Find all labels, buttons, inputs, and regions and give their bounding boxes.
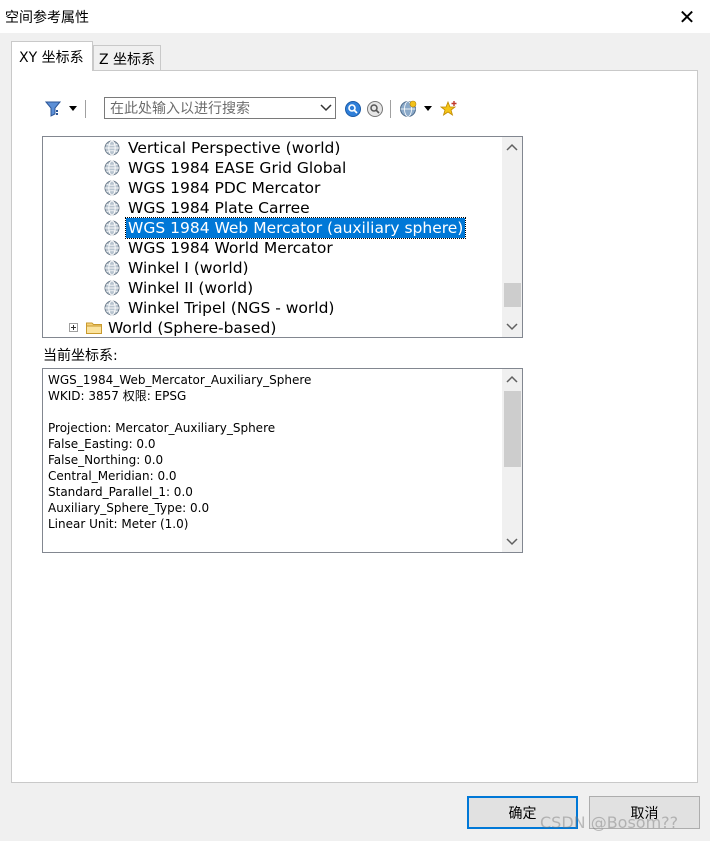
- tree-item[interactable]: WGS 1984 Plate Carree: [104, 198, 494, 218]
- clear-search-icon[interactable]: [366, 100, 384, 118]
- details-line: WKID: 3857 权限: EPSG: [48, 389, 187, 403]
- details-line: Linear Unit: Meter (1.0): [48, 517, 189, 531]
- tree-item-label: WGS 1984 EASE Grid Global: [128, 159, 347, 177]
- details-line: [48, 404, 311, 420]
- globe-icon: [104, 300, 120, 316]
- details-line: False_Easting: 0.0: [48, 437, 156, 451]
- tab-xy-coordinate-system[interactable]: XY 坐标系: [11, 41, 93, 71]
- details-line: Standard_Parallel_1: 0.0: [48, 485, 193, 499]
- globe-add-icon[interactable]: [399, 100, 417, 118]
- globe-icon: [104, 260, 120, 276]
- filter-icon[interactable]: [45, 100, 63, 118]
- globe-icon: [104, 240, 120, 256]
- toolbar-separator: [85, 100, 86, 118]
- folder-icon: [86, 322, 102, 334]
- globe-icon: [104, 280, 120, 296]
- tree-item[interactable]: Winkel Tripel (NGS - world): [104, 298, 494, 318]
- details-line: WGS_1984_Web_Mercator_Auxiliary_Sphere: [48, 373, 312, 387]
- plus-icon[interactable]: [69, 323, 78, 332]
- tree-item-label: WGS 1984 Web Mercator (auxiliary sphere): [124, 217, 467, 239]
- tree-item[interactable]: Winkel I (world): [104, 258, 494, 278]
- scroll-up-icon[interactable]: [502, 371, 522, 388]
- watermark: CSDN @Bosom??: [540, 813, 679, 832]
- details-line: Central_Meridian: 0.0: [48, 469, 177, 483]
- search-icon[interactable]: [344, 100, 362, 118]
- tree-folder-label: World (Sphere-based): [108, 319, 277, 337]
- current-coordinate-system-details[interactable]: WGS_1984_Web_Mercator_Auxiliary_Sphere WK…: [42, 368, 523, 553]
- close-icon: ✕: [678, 4, 696, 29]
- details-line: False_Northing: 0.0: [48, 453, 164, 467]
- tree-folder-world-sphere-based[interactable]: World (Sphere-based): [69, 318, 489, 337]
- tree-item-label: WGS 1984 PDC Mercator: [128, 179, 321, 197]
- tree-scrollbar[interactable]: [502, 137, 522, 337]
- tree-item[interactable]: WGS 1984 PDC Mercator: [104, 178, 494, 198]
- tree-item-label: WGS 1984 World Mercator: [128, 239, 333, 257]
- coordinate-system-tree[interactable]: Vertical Perspective (world) WGS 1984 EAS…: [42, 136, 523, 338]
- details-line: Projection: Mercator_Auxiliary_Sphere: [48, 421, 276, 435]
- scroll-thumb[interactable]: [504, 391, 521, 467]
- scroll-up-icon[interactable]: [502, 139, 522, 156]
- filter-dropdown-icon[interactable]: [69, 106, 77, 111]
- search-input[interactable]: [108, 99, 317, 119]
- tree-item[interactable]: WGS 1984 Web Mercator (auxiliary sphere): [104, 217, 494, 239]
- tree-item-label: Winkel II (world): [128, 279, 254, 297]
- details-text: WGS_1984_Web_Mercator_Auxiliary_Sphere WK…: [48, 372, 311, 532]
- favorite-star-icon[interactable]: [440, 100, 458, 118]
- toolbar-separator: [390, 100, 391, 118]
- close-button[interactable]: ✕: [664, 0, 710, 33]
- tree-item-label: Winkel Tripel (NGS - world): [128, 299, 335, 317]
- scroll-down-icon[interactable]: [502, 533, 522, 550]
- tree-item[interactable]: WGS 1984 World Mercator: [104, 238, 494, 258]
- tree-item[interactable]: WGS 1984 EASE Grid Global: [104, 158, 494, 178]
- chevron-down-icon[interactable]: [320, 103, 332, 113]
- tree-item[interactable]: Vertical Perspective (world): [104, 138, 494, 158]
- globe-icon: [104, 180, 120, 196]
- scroll-thumb[interactable]: [504, 283, 521, 307]
- globe-icon: [104, 220, 120, 236]
- globe-icon: [104, 140, 120, 156]
- tab-z-coordinate-system[interactable]: Z 坐标系: [93, 45, 161, 70]
- scroll-down-icon[interactable]: [502, 318, 522, 335]
- title-bar: 空间参考属性 ✕: [0, 0, 710, 33]
- details-scrollbar[interactable]: [502, 369, 522, 552]
- search-combobox[interactable]: [104, 97, 336, 119]
- details-line: Auxiliary_Sphere_Type: 0.0: [48, 501, 210, 515]
- globe-icon: [104, 200, 120, 216]
- current-coordinate-system-label: 当前坐标系:: [43, 348, 118, 364]
- globe-icon: [104, 160, 120, 176]
- tree-item[interactable]: Winkel II (world): [104, 278, 494, 298]
- tree-item-label: WGS 1984 Plate Carree: [128, 199, 310, 217]
- tree-item-label: Winkel I (world): [128, 259, 249, 277]
- add-dropdown-icon[interactable]: [424, 106, 432, 111]
- window-title: 空间参考属性: [5, 10, 89, 26]
- tree-item-label: Vertical Perspective (world): [128, 139, 341, 157]
